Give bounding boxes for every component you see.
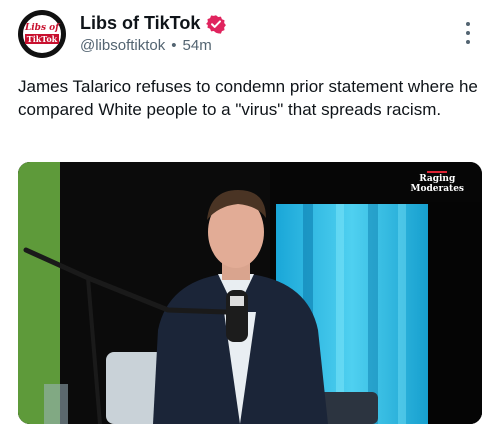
meta-separator: • (171, 37, 177, 54)
post-video[interactable]: Raging Moderates (18, 162, 482, 424)
post-card: Libs of TikTok Libs of TikTok @libsoftik… (0, 0, 500, 440)
watermark-line2: Moderates (410, 184, 464, 194)
author-handle[interactable]: @libsoftiktok (80, 37, 165, 54)
watermark-line1: Raging (419, 174, 456, 184)
avatar[interactable]: Libs of TikTok (18, 10, 66, 58)
author-name-row: Libs of TikTok (80, 13, 227, 34)
verified-badge-icon (206, 14, 227, 34)
avatar-text-top: Libs of (24, 23, 60, 33)
author-display-name[interactable]: Libs of TikTok (80, 13, 200, 34)
video-frame (18, 162, 482, 424)
avatar-logo: Libs of TikTok (21, 13, 63, 55)
avatar-text-bottom: TikTok (24, 34, 60, 44)
author-meta-row: @libsoftiktok • 54m (80, 37, 212, 54)
more-options-icon[interactable] (458, 20, 478, 46)
post-text: James Talarico refuses to condemn prior … (18, 77, 478, 119)
post-timestamp[interactable]: 54m (183, 37, 212, 54)
video-watermark: Raging Moderates (410, 171, 464, 194)
